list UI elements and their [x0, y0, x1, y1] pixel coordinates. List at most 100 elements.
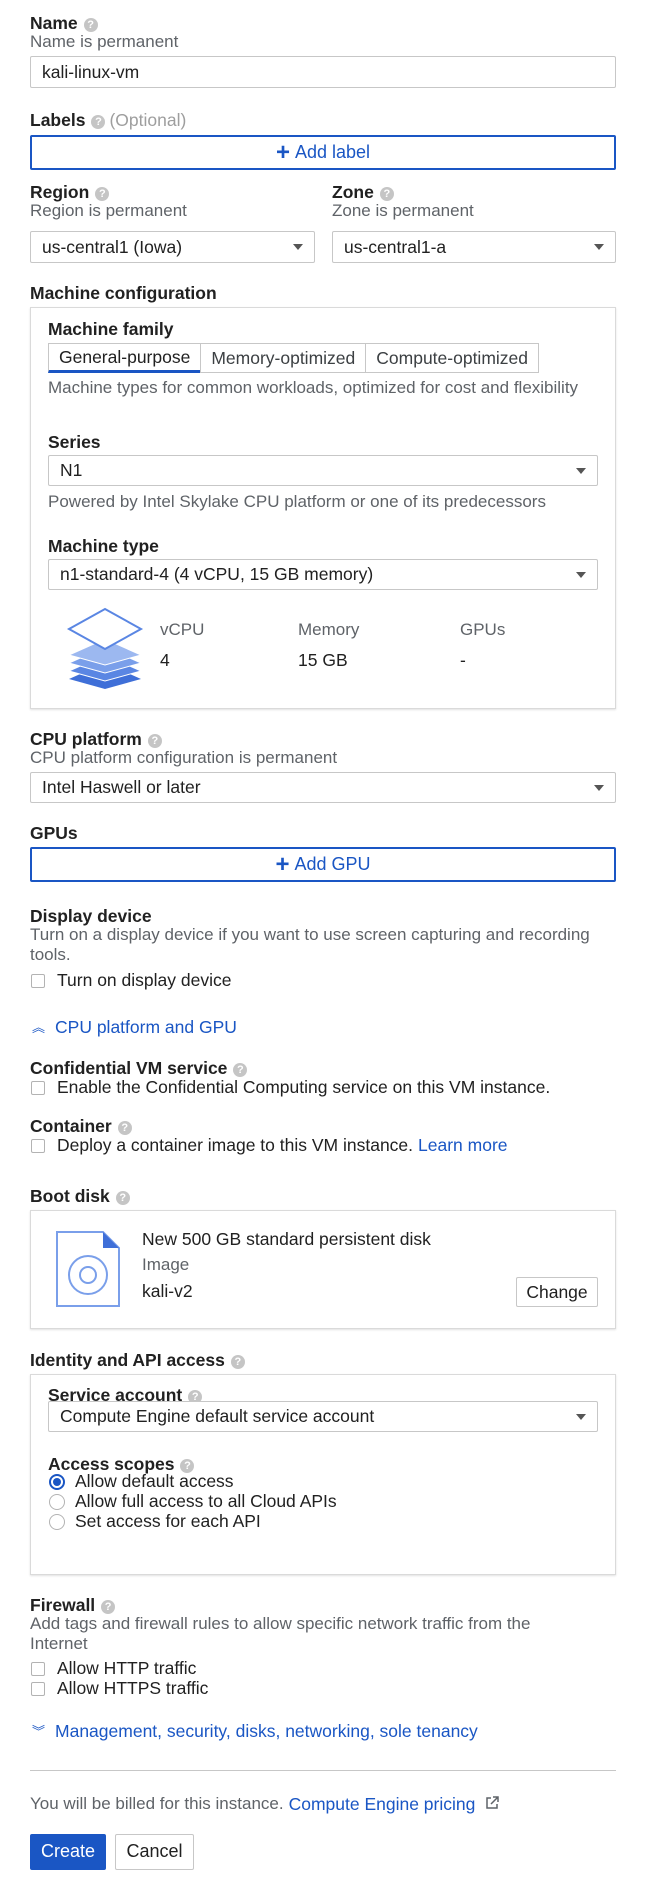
boot-disk-title: New 500 GB standard persistent disk [142, 1229, 431, 1249]
tab-general-purpose[interactable]: General-purpose [48, 343, 202, 373]
display-device-option[interactable]: Turn on display device [31, 970, 231, 991]
help-icon[interactable]: ? [117, 1121, 132, 1135]
cpu-platform-value: Intel Haswell or later [42, 777, 201, 797]
region-value: us-central1 (Iowa) [42, 236, 183, 257]
region-select[interactable]: us-central1 (Iowa) [30, 231, 315, 263]
machine-stack-icon [64, 607, 146, 689]
firewall-desc: Add tags and firewall rules to allow spe… [30, 1614, 531, 1653]
http-checkbox[interactable] [31, 1661, 45, 1676]
gpus-spec-label: GPUs [460, 620, 506, 639]
dropdown-arrow-icon [576, 467, 586, 474]
boot-disk-image-value: kali-v2 [142, 1281, 193, 1301]
region-hint: Region is permanent [30, 201, 187, 220]
zone-value: us-central1-a [344, 236, 447, 257]
name-value: kali-linux-vm [42, 61, 140, 82]
help-icon[interactable]: ? [83, 18, 98, 32]
help-icon[interactable]: ? [91, 115, 106, 129]
dropdown-arrow-icon [576, 1413, 586, 1420]
display-device-checkbox[interactable] [31, 973, 45, 988]
gpus-label: GPUs [30, 823, 78, 843]
plus-icon: + [275, 850, 290, 878]
labels-heading: Labels? (Optional) [30, 110, 186, 131]
help-icon[interactable]: ? [115, 1191, 130, 1205]
firewall-label: Firewall [30, 1595, 96, 1615]
divider [30, 1770, 616, 1771]
boot-disk-label: Boot disk [30, 1186, 110, 1206]
help-icon[interactable]: ? [95, 187, 110, 201]
boot-disk-heading: Boot disk? [30, 1186, 130, 1207]
name-heading: Name? [30, 13, 98, 34]
labels-label: Labels [30, 110, 86, 130]
help-icon[interactable]: ? [101, 1600, 116, 1614]
help-icon[interactable]: ? [230, 1355, 245, 1369]
machine-type-value: n1-standard-4 (4 vCPU, 15 GB memory) [60, 564, 374, 584]
disk-image-icon [55, 1230, 121, 1308]
memory-value: 15 GB [298, 650, 348, 670]
http-option[interactable]: Allow HTTP traffic [31, 1658, 196, 1679]
region-heading: Region? [30, 182, 110, 203]
change-boot-disk-button[interactable]: Change [516, 1277, 598, 1307]
machine-family-tabs: General-purpose Memory-optimized Compute… [48, 343, 539, 373]
scope-label-full: Allow full access to all Cloud APIs [75, 1491, 337, 1511]
machine-config-title: Machine configuration [30, 283, 217, 303]
confidential-vm-checkbox-label: Enable the Confidential Computing servic… [57, 1077, 551, 1097]
scope-option-each[interactable]: Set access for each API [49, 1511, 261, 1532]
machine-family-desc: Machine types for common workloads, opti… [48, 378, 579, 397]
https-checkbox-label: Allow HTTPS traffic [57, 1678, 209, 1698]
confidential-vm-heading: Confidential VM service? [30, 1058, 248, 1079]
learn-more-link[interactable]: Learn more [418, 1135, 508, 1156]
https-option[interactable]: Allow HTTPS traffic [31, 1678, 208, 1699]
display-device-checkbox-label: Turn on display device [57, 970, 232, 990]
zone-heading: Zone? [332, 182, 394, 203]
https-checkbox[interactable] [31, 1681, 45, 1696]
confidential-vm-label: Confidential VM service [30, 1058, 228, 1078]
management-expand-link[interactable]: ︾ Management, security, disks, networking… [32, 1721, 478, 1742]
add-gpu-button[interactable]: + Add GPU [30, 847, 616, 882]
series-value: N1 [60, 460, 83, 480]
machine-type-label: Machine type [48, 536, 159, 556]
cpu-gpu-collapse-link[interactable]: ︽ CPU platform and GPU [32, 1017, 237, 1038]
create-instance-form: Name? Name is permanent kali-linux-vm La… [0, 0, 650, 1884]
scope-radio-each[interactable] [49, 1513, 65, 1530]
vcpu-value: 4 [160, 650, 170, 670]
help-icon[interactable]: ? [233, 1063, 248, 1077]
firewall-heading: Firewall? [30, 1595, 116, 1616]
dropdown-arrow-icon [594, 244, 604, 250]
service-account-select[interactable]: Compute Engine default service account [48, 1401, 598, 1432]
dropdown-arrow-icon [293, 244, 303, 250]
tab-compute-optimized[interactable]: Compute-optimized [365, 343, 539, 373]
vcpu-label: vCPU [160, 620, 205, 639]
external-link-icon[interactable] [485, 1794, 500, 1815]
tab-memory-optimized[interactable]: Memory-optimized [200, 343, 367, 373]
confidential-vm-checkbox[interactable] [31, 1080, 45, 1095]
container-heading: Container? [30, 1116, 132, 1137]
add-label-text: Add label [294, 141, 371, 162]
name-field[interactable]: kali-linux-vm [30, 56, 616, 88]
series-select[interactable]: N1 [48, 455, 598, 486]
confidential-vm-option[interactable]: Enable the Confidential Computing servic… [31, 1077, 550, 1098]
add-label-button[interactable]: + Add label [30, 135, 616, 170]
gpus-spec-value: - [460, 650, 466, 670]
service-account-value: Compute Engine default service account [60, 1406, 375, 1426]
container-checkbox[interactable] [31, 1138, 45, 1153]
pricing-link[interactable]: Compute Engine pricing [289, 1794, 476, 1815]
identity-label: Identity and API access [30, 1350, 225, 1370]
help-icon[interactable]: ? [147, 734, 162, 748]
container-checkbox-label: Deploy a container image to this VM inst… [57, 1135, 414, 1155]
display-device-desc: Turn on a display device if you want to … [30, 925, 590, 964]
zone-select[interactable]: us-central1-a [332, 231, 616, 263]
billing-notice: You will be billed for this instance. Co… [30, 1794, 500, 1815]
machine-type-select[interactable]: n1-standard-4 (4 vCPU, 15 GB memory) [48, 559, 598, 590]
container-option[interactable]: Deploy a container image to this VM inst… [31, 1135, 508, 1156]
boot-disk-image-label: Image [142, 1255, 190, 1274]
scope-option-default[interactable]: Allow default access [49, 1471, 234, 1492]
scope-radio-default[interactable] [49, 1473, 65, 1490]
scope-option-full[interactable]: Allow full access to all Cloud APIs [49, 1491, 337, 1512]
cancel-button[interactable]: Cancel [115, 1834, 194, 1870]
cpu-platform-select[interactable]: Intel Haswell or later [30, 772, 616, 803]
help-icon[interactable]: ? [379, 187, 394, 201]
identity-heading: Identity and API access? [30, 1350, 245, 1371]
create-button[interactable]: Create [30, 1834, 106, 1870]
scope-radio-full[interactable] [49, 1493, 65, 1510]
add-gpu-text: Add GPU [294, 853, 371, 874]
